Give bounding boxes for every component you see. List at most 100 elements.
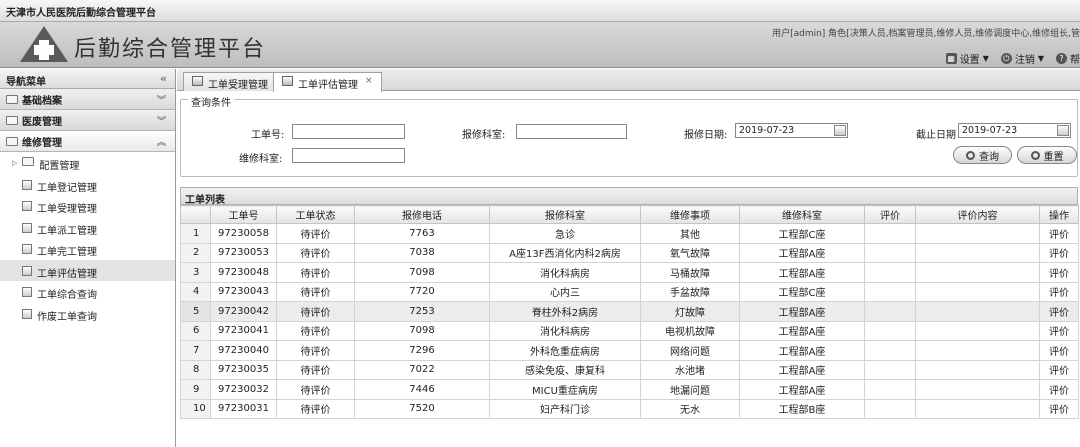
evaluate-link[interactable]: 评价 (1039, 262, 1079, 283)
table-cell: 工程部A座 (739, 379, 865, 400)
settings-button[interactable]: ▦ 设置 ▼ (945, 51, 989, 66)
table-cell: 97230042 (210, 301, 277, 322)
evaluate-link[interactable]: 评价 (1039, 398, 1079, 419)
table-cell (864, 359, 916, 380)
column-header[interactable] (180, 205, 211, 224)
sidebar-item-order-dispatch[interactable]: 工单派工管理 (0, 217, 175, 239)
chevron-up-icon: ︽ (156, 138, 166, 148)
sidebar-section-medical-waste[interactable]: 医废管理 ︾ (0, 110, 175, 131)
reset-button[interactable]: 重置 (1017, 146, 1077, 164)
order-no-input[interactable] (292, 124, 405, 139)
column-header[interactable]: 报修科室 (489, 205, 641, 224)
table-cell: 待评价 (276, 379, 355, 400)
column-header[interactable]: 报修电话 (354, 205, 490, 224)
table-cell: 97230032 (210, 379, 277, 400)
table-row[interactable]: 6 97230041 待评价 7098 消化科病房 电视机故障 工程部A座 评价 (180, 320, 1079, 341)
table-row[interactable]: 1 97230058 待评价 7763 急诊 其他 工程部C座 评价 (180, 223, 1079, 244)
order-table: 工单号 工单状态 报修电话 报修科室 维修事项 维修科室 评价 评价内容 操作 1 9723005… (180, 205, 1079, 419)
sidebar-item-order-register[interactable]: 工单登记管理 (0, 174, 175, 196)
table-row[interactable]: 7 97230040 待评价 7296 外科危重症病房 网络问题 工程部A座 评价 (180, 340, 1079, 361)
table-cell: 7098 (354, 262, 490, 283)
close-icon[interactable]: × (365, 76, 373, 92)
column-header[interactable]: 工单状态 (276, 205, 355, 224)
search-button[interactable]: 查询 (953, 146, 1012, 164)
column-header[interactable]: 维修事项 (640, 205, 740, 224)
table-row[interactable]: 8 97230035 待评价 7022 感染免疫、康复科 水池堵 工程部A座 评价 (180, 359, 1079, 380)
tab-order-evaluate[interactable]: 工单评估管理 × (273, 72, 382, 92)
table-cell: 97230058 (210, 223, 277, 244)
table-cell: 7520 (354, 398, 490, 419)
window-title: 天津市人民医院后勤综合管理平台 (0, 0, 1080, 22)
table-row[interactable]: 9 97230032 待评价 7446 MICU重症病房 地漏问题 工程部A座 评价 (180, 379, 1079, 400)
calendar-icon[interactable] (834, 125, 846, 136)
evaluate-link[interactable]: 评价 (1039, 340, 1079, 361)
logo-icon (20, 26, 68, 62)
document-icon (22, 287, 32, 297)
document-icon (22, 222, 32, 233)
end-date-field[interactable]: 2019-07-23 (958, 123, 1071, 138)
table-cell: 工程部A座 (739, 301, 865, 322)
table-cell (864, 301, 916, 322)
table-cell: 工程部A座 (739, 262, 865, 283)
repair-date-field[interactable]: 2019-07-23 (735, 123, 848, 138)
column-header[interactable]: 维修科室 (739, 205, 865, 224)
table-cell: 97230031 (210, 398, 277, 419)
end-date-label: 截止日期 (916, 130, 956, 141)
table-row[interactable]: 4 97230043 待评价 7720 心内三 手盆故障 工程部C座 评价 (180, 281, 1079, 302)
table-cell: 水池堵 (640, 359, 740, 380)
sidebar-item-order-query[interactable]: 工单综合查询 (0, 281, 175, 303)
table-cell: 灯故障 (640, 301, 740, 322)
evaluate-link[interactable]: 评价 (1039, 281, 1079, 302)
table-cell: 待评价 (276, 262, 355, 283)
evaluate-link[interactable]: 评价 (1039, 359, 1079, 380)
tab-order-accept[interactable]: 工单受理管理 (183, 72, 277, 91)
evaluate-link[interactable]: 评价 (1039, 242, 1079, 263)
repair-dept-input[interactable] (516, 124, 627, 139)
table-cell: 2 (180, 242, 211, 263)
column-header[interactable]: 评价内容 (915, 205, 1040, 224)
app-header: 后勤综合管理平台 用户[admin] 角色[决策人员,档案管理员,维修人员,维修… (0, 22, 1080, 68)
user-info: 用户[admin] 角色[决策人员,档案管理员,维修人员,维修调度中心,维修组长… (772, 29, 1080, 39)
reset-icon (1030, 150, 1040, 160)
evaluate-link[interactable]: 评价 (1039, 320, 1079, 341)
help-button[interactable]: ? 帮 (1056, 51, 1080, 66)
table-cell: 待评价 (276, 223, 355, 244)
sidebar-section-maintenance[interactable]: 维修管理 ︽ (0, 131, 175, 152)
sidebar-item-void-query[interactable]: 作废工单查询 (0, 303, 175, 325)
column-header[interactable]: 操作 (1039, 205, 1079, 224)
evaluate-link[interactable]: 评价 (1039, 301, 1079, 322)
evaluate-link[interactable]: 评价 (1039, 379, 1079, 400)
table-row[interactable]: 10 97230031 待评价 7520 妇产科门诊 无水 工程部B座 评价 (180, 398, 1079, 419)
sidebar-item-order-complete[interactable]: 工单完工管理 (0, 238, 175, 260)
table-cell: 7098 (354, 320, 490, 341)
folder-icon (6, 94, 18, 104)
calendar-icon[interactable] (1057, 125, 1069, 136)
sidebar-item-order-accept[interactable]: 工单受理管理 (0, 195, 175, 217)
table-row[interactable]: 2 97230053 待评价 7038 A座13F西消化内科2病房 氧气故障 工程部A座 评价 (180, 242, 1079, 263)
expand-triangle-icon: ▷ (12, 159, 18, 167)
sidebar: 导航菜单 « 基础档案 ︾ 医废管理 ︾ 维修管理 ︽ ▷ 配置管理 工单登记管… (0, 69, 176, 447)
maint-dept-input[interactable] (292, 148, 405, 163)
table-cell: 97230043 (210, 281, 277, 302)
table-cell: 7038 (354, 242, 490, 263)
column-header[interactable]: 评价 (864, 205, 916, 224)
evaluate-link[interactable]: 评价 (1039, 223, 1079, 244)
sidebar-section-basic-archive[interactable]: 基础档案 ︾ (0, 89, 175, 110)
tab-label: 工单评估管理 (298, 80, 358, 91)
sidebar-item-order-evaluate[interactable]: 工单评估管理 (0, 259, 175, 281)
table-cell: 9 (180, 379, 211, 400)
table-cell: 待评价 (276, 242, 355, 263)
table-row[interactable]: 3 97230048 待评价 7098 消化科病房 马桶故障 工程部A座 评价 (180, 262, 1079, 283)
folder-icon (22, 157, 35, 166)
document-icon (22, 201, 32, 211)
logout-button[interactable]: ⏻ 注销 ▼ (1000, 51, 1044, 66)
column-header[interactable]: 工单号 (210, 205, 277, 224)
table-row[interactable]: 5 97230042 待评价 7253 脊柱外科2病房 灯故障 工程部A座 评价 (180, 301, 1079, 322)
table-cell: 7296 (354, 340, 490, 361)
table-cell (915, 281, 1040, 302)
sidebar-item-config[interactable]: ▷ 配置管理 (0, 152, 175, 174)
document-icon (22, 265, 32, 276)
folder-icon (6, 136, 18, 146)
collapse-left-icon[interactable]: « (160, 72, 167, 85)
table-cell: 感染免疫、康复科 (489, 359, 641, 380)
